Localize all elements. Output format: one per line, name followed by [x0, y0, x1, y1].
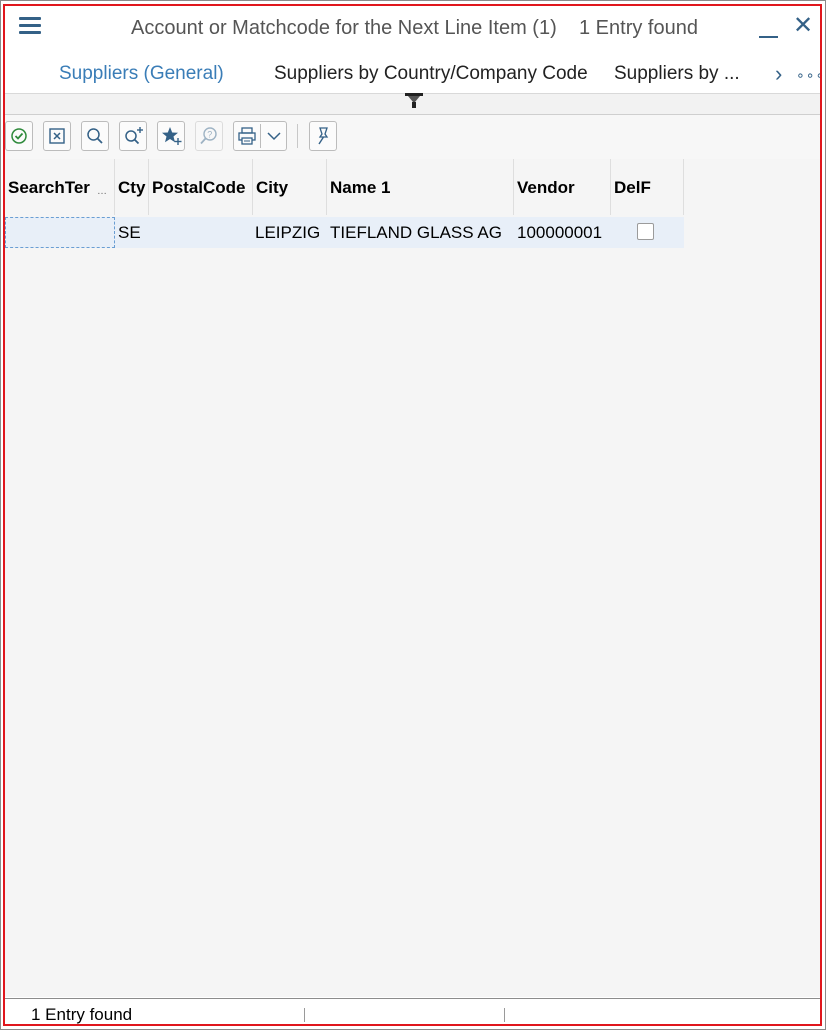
help-button[interactable]: ? [195, 121, 223, 151]
status-divider [504, 1008, 505, 1022]
column-header-postalcode[interactable]: PostalCode [149, 159, 253, 215]
help-icon: ? [200, 127, 217, 145]
column-header-cty[interactable]: Cty [115, 159, 149, 215]
tab-suppliers-by-country[interactable]: Suppliers by Country/Company Code [274, 63, 588, 85]
status-text: 1 Entry found [31, 1005, 133, 1024]
cell-cty[interactable]: SE [118, 223, 141, 243]
tab-strip: Suppliers (General) Suppliers by Country… [1, 57, 825, 93]
dropdown-icon[interactable] [264, 126, 284, 146]
chevron-right-icon[interactable]: › [775, 61, 782, 87]
search-more-icon [125, 127, 143, 145]
add-favorite-button[interactable] [157, 121, 185, 151]
check-icon [11, 128, 27, 144]
print-button[interactable] [233, 121, 287, 151]
search-button[interactable] [81, 121, 109, 151]
results-table: SearchTer … Cty PostalCode City Name 1 V… [5, 159, 821, 997]
more-icon[interactable]: ∘∘∘ [796, 67, 825, 84]
column-header-name1[interactable]: Name 1 [327, 159, 514, 215]
cell-city[interactable]: LEIPZIG [255, 223, 320, 243]
minimize-icon[interactable] [759, 19, 779, 39]
print-icon [238, 127, 256, 145]
tab-suppliers-by-more[interactable]: Suppliers by ... [614, 63, 740, 85]
cell-focus-indicator [5, 217, 115, 248]
delf-checkbox[interactable] [637, 223, 654, 240]
cell-vendor[interactable]: 100000001 [517, 223, 602, 243]
cancel-icon [49, 128, 65, 144]
menu-icon[interactable] [19, 17, 41, 35]
cancel-button[interactable] [43, 121, 71, 151]
dialog-window: Account or Matchcode for the Next Line I… [0, 0, 826, 1030]
column-header-searchterm[interactable]: SearchTer … [5, 159, 115, 215]
splitter-handle-icon[interactable] [405, 93, 423, 109]
entry-count: 1 Entry found [579, 17, 698, 39]
column-header-city[interactable]: City [253, 159, 327, 215]
toolbar: ? [5, 114, 821, 160]
favorite-add-icon [162, 127, 182, 145]
title-bar: Account or Matchcode for the Next Line I… [1, 1, 825, 55]
search-more-button[interactable] [119, 121, 147, 151]
column-header-vendor[interactable]: Vendor [514, 159, 611, 215]
pin-button[interactable] [309, 121, 337, 151]
status-divider [304, 1008, 305, 1022]
toolbar-divider [297, 124, 298, 148]
column-header-delf[interactable]: DelF [611, 159, 684, 215]
close-icon[interactable]: ✕ [793, 13, 813, 39]
dialog-title: Account or Matchcode for the Next Line I… [131, 17, 557, 39]
check-button[interactable] [5, 121, 33, 151]
svg-text:?: ? [207, 130, 212, 140]
search-icon [87, 128, 103, 144]
cell-name1[interactable]: TIEFLAND GLASS AG [330, 223, 502, 243]
status-bar: 1 Entry found [5, 998, 821, 1024]
tab-suppliers-general[interactable]: Suppliers (General) [59, 63, 224, 85]
pin-icon [318, 127, 329, 145]
